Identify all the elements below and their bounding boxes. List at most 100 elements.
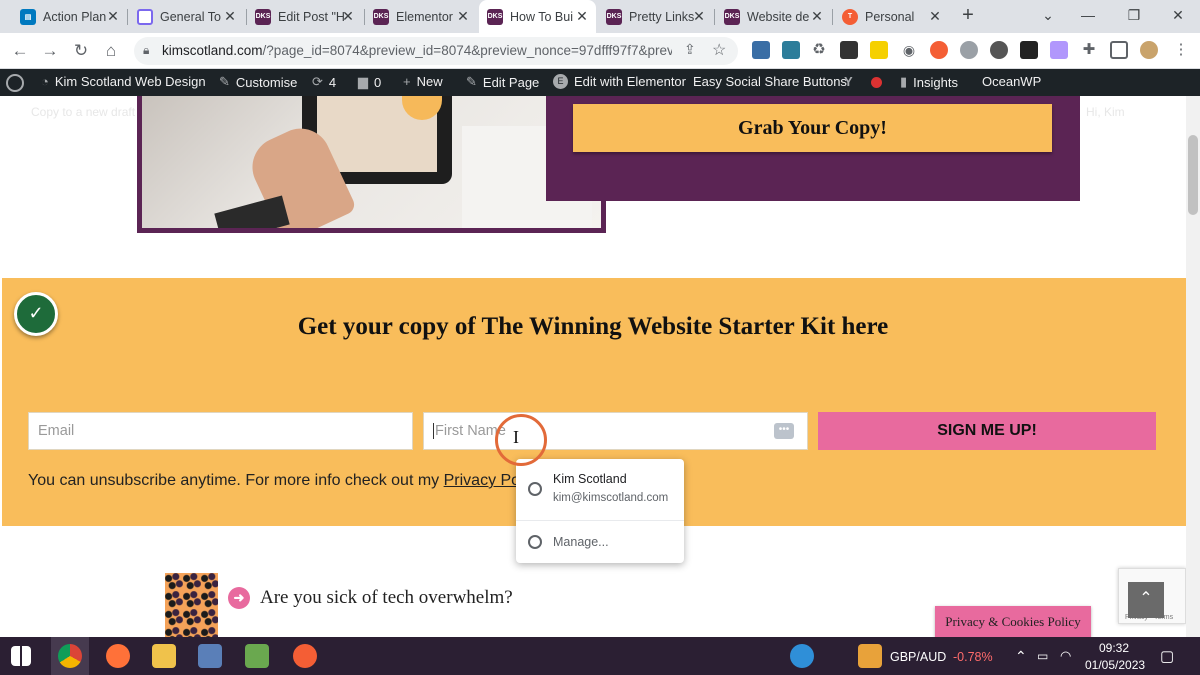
autofill-key-icon[interactable]: ••• — [774, 423, 794, 439]
autofill-email[interactable]: kim@kimscotland.com — [553, 492, 668, 504]
arrow-right-icon: ➜ — [228, 587, 250, 609]
tab-general-to[interactable]: General To ✕ — [129, 0, 244, 33]
scroll-to-top-button[interactable]: ⌃ — [1128, 582, 1164, 618]
tab-action-plan[interactable]: ▤ Action Plan ✕ — [12, 0, 127, 33]
browser-toolbar: ← → ↻ ⌂ 🔒︎ kimscotland.com/?page_id=8074… — [0, 33, 1200, 69]
share-icon[interactable]: ⇪ — [684, 41, 696, 58]
comments-count: 0 — [374, 74, 382, 90]
sleeve-shape — [214, 195, 290, 228]
insights-link[interactable]: ▮ Insights — [900, 74, 958, 90]
yoast-icon[interactable]: Y — [844, 74, 853, 89]
forward-icon[interactable]: → — [38, 39, 62, 63]
battery-icon[interactable]: ▭ — [1037, 649, 1048, 663]
clock-date[interactable]: 01/05/2023 — [1085, 658, 1145, 672]
bookmark-star-icon[interactable]: ☆ — [712, 40, 726, 60]
wordpress-ext-icon[interactable] — [990, 41, 1008, 59]
chevron-up-icon[interactable]: ⌃ — [1015, 648, 1027, 665]
tech-overwhelm-question: Are you sick of tech overwhelm? — [260, 587, 513, 608]
elementor-icon: E — [553, 74, 568, 89]
camera-icon[interactable]: ◉ — [900, 41, 918, 59]
font-extension-icon[interactable] — [870, 41, 888, 59]
grab-your-copy-button[interactable]: Grab Your Copy! — [573, 104, 1052, 152]
close-icon[interactable]: ✕ — [340, 8, 356, 24]
oceanwp-label: OceanWP — [982, 74, 1042, 89]
home-icon[interactable]: ⌂ — [99, 39, 123, 63]
sign-me-up-button[interactable]: SIGN ME UP! — [818, 412, 1156, 450]
edit-page-link[interactable]: ✎ Edit Page — [466, 74, 539, 90]
close-icon[interactable]: ✕ — [105, 8, 121, 24]
extension-code-icon[interactable] — [782, 41, 800, 59]
scrollbar-thumb[interactable] — [1188, 135, 1198, 215]
tab-divider — [832, 9, 833, 25]
chrome-taskbar-icon[interactable] — [58, 644, 82, 668]
currency-pair: GBP/AUD — [890, 650, 947, 664]
sidepanel-icon[interactable] — [1110, 41, 1128, 59]
help-icon[interactable] — [790, 644, 814, 668]
wordpress-icon[interactable] — [6, 74, 24, 92]
window-close-icon[interactable]: ✕ — [1158, 4, 1198, 26]
tab-search-icon[interactable]: ⌄ — [1028, 4, 1068, 26]
site-name-link[interactable]: ◔ Kim Scotland Web Design — [41, 74, 206, 89]
edit-elementor-link[interactable]: E Edit with Elementor — [553, 74, 686, 89]
wifi-icon[interactable]: ◠ — [1060, 648, 1071, 664]
close-icon[interactable]: ✕ — [691, 8, 707, 24]
menu-icon[interactable]: ⋮ — [1172, 41, 1190, 59]
reload-icon[interactable]: ↻ — [69, 39, 93, 63]
autofill-manage[interactable]: Manage... — [553, 535, 609, 549]
clock-time[interactable]: 09:32 — [1099, 641, 1129, 655]
close-icon[interactable]: ✕ — [455, 8, 471, 24]
edit-page-label: Edit Page — [482, 74, 540, 90]
dks-icon: DKS — [606, 8, 622, 25]
minimize-icon[interactable]: — — [1068, 4, 1108, 26]
windows-start-icon[interactable] — [11, 646, 31, 666]
notification-icon[interactable]: ▢ — [1160, 647, 1174, 665]
new-tab-button[interactable]: + — [956, 4, 980, 28]
todoist-ext-icon[interactable] — [930, 41, 948, 59]
restore-icon[interactable]: ❐ — [1114, 4, 1154, 26]
excel-taskbar-icon[interactable] — [245, 644, 269, 668]
back-icon[interactable]: ← — [8, 39, 32, 63]
todoist-taskbar-icon[interactable] — [293, 644, 317, 668]
comments-link[interactable]: ▆ 0 — [358, 74, 381, 90]
privacy-cookies-button[interactable]: Privacy & Cookies Policy — [935, 606, 1091, 637]
close-icon[interactable]: ✕ — [222, 8, 238, 24]
tab-elementor[interactable]: DKS Elementor ✕ — [365, 0, 477, 33]
tab-website-de[interactable]: DKS Website de ✕ — [716, 0, 831, 33]
firefox-taskbar-icon[interactable] — [106, 644, 130, 668]
social-share-link[interactable]: Easy Social Share Buttons — [693, 74, 847, 89]
tab-edit-post[interactable]: DKS Edit Post "H ✕ — [247, 0, 362, 33]
email-field[interactable]: Email — [28, 412, 413, 450]
close-icon[interactable]: ✕ — [574, 8, 590, 24]
tab-personal[interactable]: T Personal ✕ — [834, 0, 949, 33]
extension-dots-icon[interactable] — [840, 41, 858, 59]
tab-how-to-build[interactable]: DKS How To Bui ✕ — [479, 0, 596, 33]
updates-count: 4 — [328, 74, 337, 90]
file-explorer-icon[interactable] — [152, 644, 176, 668]
extension-badge-icon[interactable] — [752, 41, 770, 59]
close-icon[interactable]: ✕ — [809, 8, 825, 24]
account-icon — [528, 482, 542, 496]
profile-avatar[interactable] — [1140, 41, 1158, 59]
extension-x-icon[interactable] — [1050, 41, 1068, 59]
recycle-icon[interactable]: ♻ — [810, 41, 828, 59]
updates-link[interactable]: ⟳ 4 — [312, 74, 336, 90]
power-icon[interactable] — [960, 41, 978, 59]
oceanwp-link[interactable]: OceanWP — [982, 74, 1041, 89]
dks-icon: DKS — [724, 8, 740, 25]
customise-link[interactable]: ✎ Customise — [219, 74, 297, 90]
hero-tablet-image — [137, 96, 606, 233]
close-icon[interactable]: ✕ — [927, 8, 943, 24]
new-link[interactable]: + New — [403, 74, 443, 89]
page-viewport: Copy to a new draft Hi, Kim Grab Your Co… — [0, 96, 1186, 637]
dashboard-icon: ◔ — [41, 74, 49, 89]
optin-heading: Get your copy of The Winning Website Sta… — [297, 313, 889, 340]
puzzle-icon[interactable]: ✚ — [1080, 41, 1098, 59]
address-bar[interactable]: 🔒︎ kimscotland.com/?page_id=8074&preview… — [134, 37, 738, 65]
first-name-field[interactable]: First Name ••• — [423, 412, 808, 450]
autofill-name[interactable]: Kim Scotland — [553, 472, 627, 486]
currency-icon — [858, 644, 882, 668]
medium-icon[interactable] — [1020, 41, 1038, 59]
app-taskbar-icon[interactable] — [198, 644, 222, 668]
windows-taskbar: GBP/AUD -0.78% ⌃ ▭ ◠ 09:32 01/05/2023 ▢ — [0, 637, 1200, 675]
tab-pretty-links[interactable]: DKS Pretty Links ✕ — [598, 0, 713, 33]
